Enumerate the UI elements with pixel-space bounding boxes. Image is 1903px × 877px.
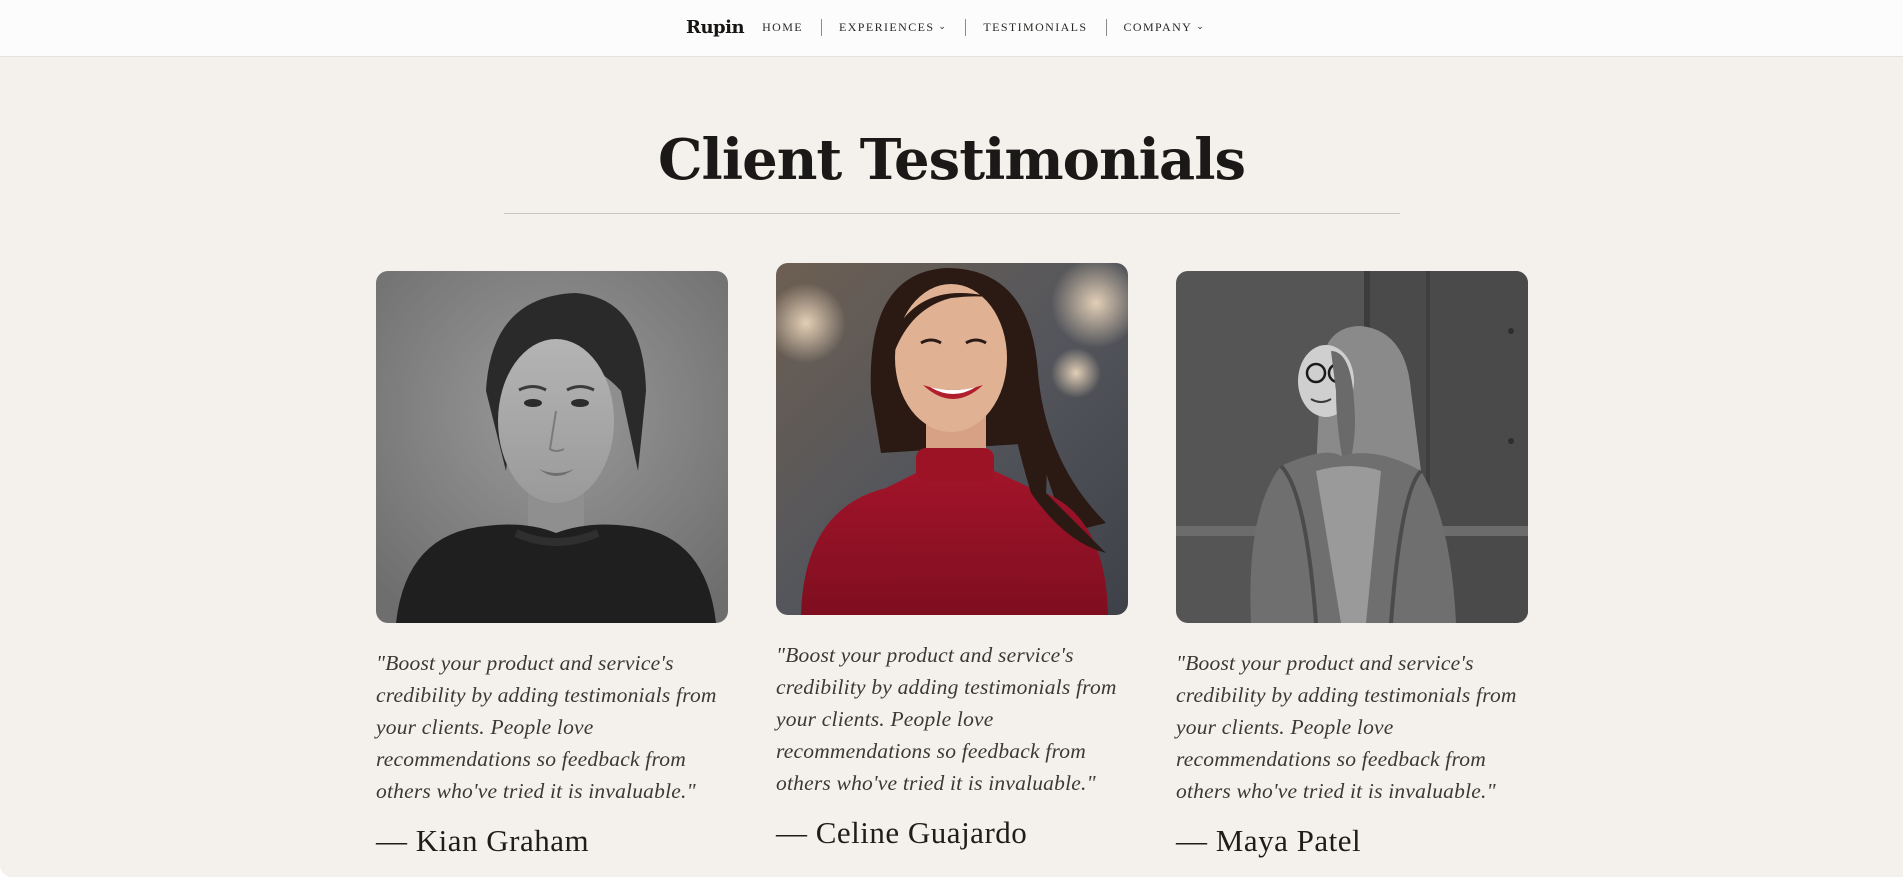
testimonial-card: "Boost your product and service's credib… [1176, 271, 1528, 859]
testimonial-author: — Celine Guajardo [776, 815, 1028, 850]
portrait-image [1176, 271, 1528, 623]
nav-item-company[interactable]: COMPANY ⌄ [1124, 20, 1224, 35]
testimonial-card: "Boost your product and service's credib… [776, 263, 1128, 851]
nav-item-home[interactable]: HOME [762, 20, 821, 35]
nav-item-label: HOME [762, 19, 803, 34]
page-frame: Rupin HOME EXPERIENCES ⌄ TESTIMONIALS CO… [0, 0, 1903, 877]
page-title: Client Testimonials [657, 127, 1246, 193]
chevron-down-icon: ⌄ [1196, 20, 1206, 31]
brand-logo[interactable]: Rupin [686, 17, 745, 38]
title-divider [504, 213, 1400, 214]
nav-item-label: EXPERIENCES [839, 19, 935, 34]
client-photo [376, 271, 728, 623]
nav-item-label: TESTIMONIALS [983, 19, 1088, 34]
testimonial-card: "Boost your product and service's credib… [376, 271, 728, 859]
nav-item-testimonials[interactable]: TESTIMONIALS [983, 20, 1105, 35]
nav-item-label: COMPANY [1123, 19, 1193, 34]
testimonial-quote: "Boost your product and service's credib… [776, 643, 1117, 795]
testimonial-author: — Maya Patel [1176, 823, 1362, 858]
nav-divider [1105, 18, 1107, 36]
nav-item-experiences[interactable]: EXPERIENCES ⌄ [839, 20, 965, 35]
client-photo [776, 263, 1128, 615]
testimonial-quote: "Boost your product and service's credib… [1176, 651, 1517, 803]
nav-divider [965, 18, 967, 36]
nav-divider [821, 18, 822, 36]
testimonial-quote: "Boost your product and service's credib… [376, 651, 717, 803]
nav-inner: Rupin HOME EXPERIENCES ⌄ TESTIMONIALS CO… [686, 0, 1223, 54]
chevron-down-icon: ⌄ [938, 20, 948, 31]
portrait-image [776, 263, 1128, 615]
testimonial-author: — Kian Graham [376, 823, 590, 858]
top-navbar: Rupin HOME EXPERIENCES ⌄ TESTIMONIALS CO… [0, 0, 1903, 57]
client-photo [1176, 271, 1528, 623]
portrait-image [376, 271, 728, 623]
